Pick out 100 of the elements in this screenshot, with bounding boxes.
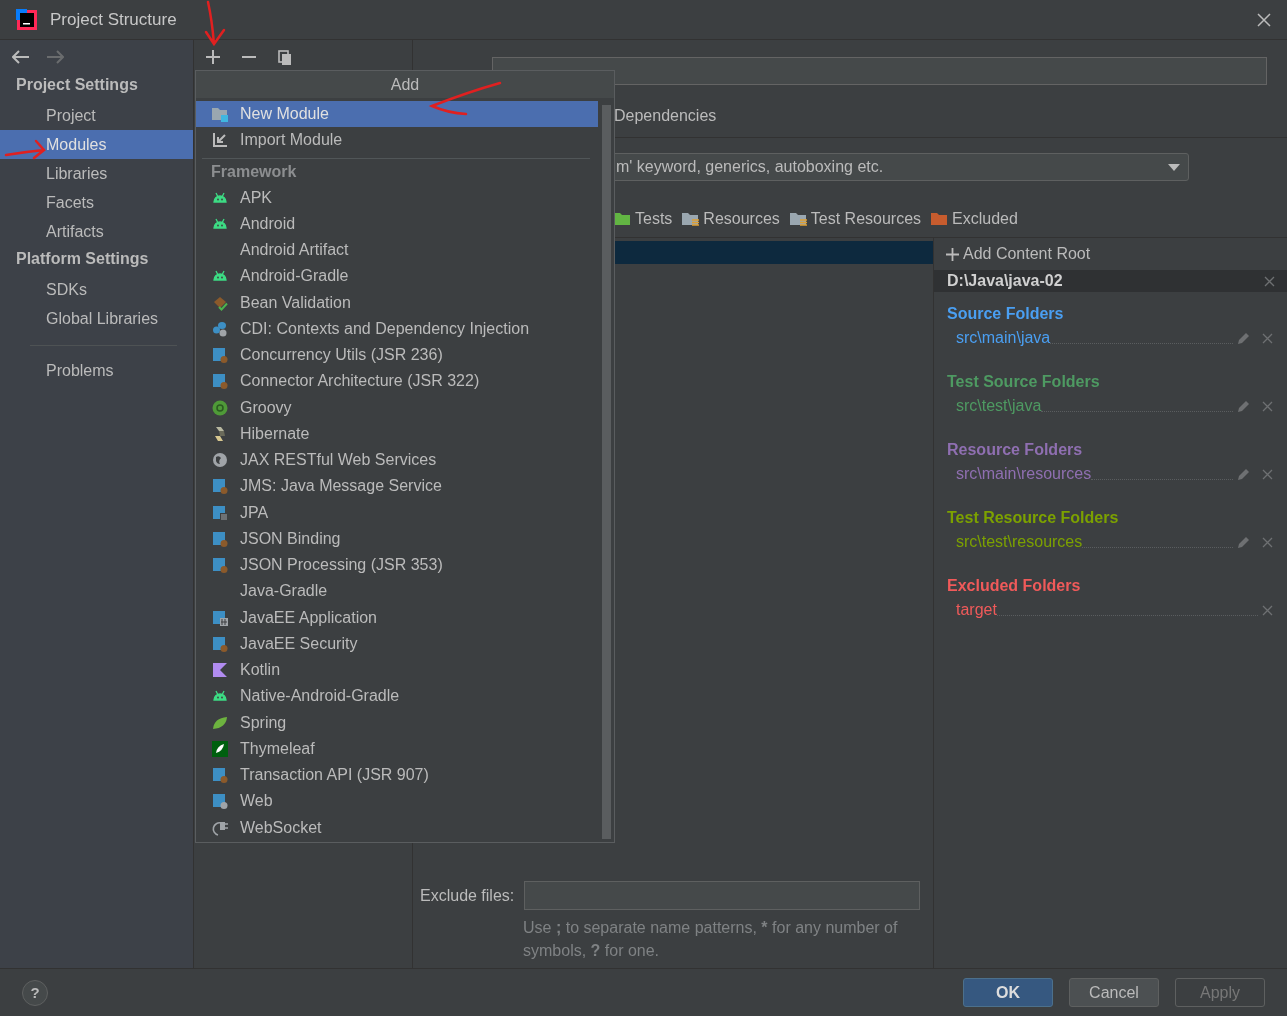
hibernate-icon [212, 425, 228, 442]
menu-item[interactable]: Android-Gradle [196, 263, 598, 290]
leaf-icon [212, 740, 228, 757]
sidebar-item[interactable]: Artifacts [0, 217, 193, 246]
sidebar-item[interactable]: Global Libraries [0, 304, 193, 333]
module-icon [212, 635, 228, 652]
menu-item[interactable]: Connector Architecture (JSR 322) [196, 368, 598, 395]
sidebar-item[interactable]: Modules [0, 130, 193, 159]
menu-item[interactable]: Android [196, 210, 598, 237]
window-title: Project Structure [50, 9, 178, 30]
groovy-icon [212, 399, 228, 416]
menu-item[interactable]: WebSocket [196, 814, 598, 841]
globe-icon [212, 452, 228, 469]
menu-item[interactable]: JavaEE Application [196, 604, 598, 631]
app-logo-icon [16, 8, 38, 31]
module-icon [212, 530, 228, 547]
menu-item[interactable]: JAX RESTful Web Services [196, 447, 598, 474]
menu-item[interactable]: Web [196, 788, 598, 815]
name-field[interactable] [492, 57, 1267, 85]
menu-item[interactable]: Groovy [196, 394, 598, 421]
folder-group-title: Excluded Folders [947, 576, 1082, 596]
menu-item[interactable]: APK [196, 184, 598, 211]
module-icon [212, 767, 228, 784]
folder-path: src\main\resources [956, 465, 1092, 483]
sidebar-item[interactable]: Libraries [0, 159, 193, 188]
menu-item[interactable]: Java-Gradle [196, 578, 598, 605]
sidebar-item[interactable]: SDKs [0, 275, 193, 304]
module-grid-icon [212, 609, 228, 626]
menu-item[interactable]: JPA [196, 499, 598, 526]
tab[interactable]: Dependencies [614, 107, 717, 125]
bean-check-icon [212, 294, 228, 311]
menu-item[interactable]: Concurrency Utils (JSR 236) [196, 342, 598, 369]
scrollbar[interactable] [602, 105, 611, 839]
module-icon [212, 373, 228, 390]
popup-title: Add [196, 71, 614, 98]
folder-group-title: Test Resource Folders [947, 508, 1120, 528]
edit-icon[interactable] [1237, 535, 1250, 549]
mark-as-button[interactable]: Resources [682, 209, 780, 228]
menu-item[interactable]: Kotlin [196, 657, 598, 684]
sidebar-item[interactable]: Project [0, 101, 193, 130]
menu-section-header: Framework [210, 161, 298, 182]
module-icon [212, 347, 228, 364]
menu-item[interactable]: Hibernate [196, 420, 598, 447]
beans-globe-icon [212, 320, 228, 337]
edit-icon[interactable] [1237, 467, 1250, 481]
sidebar-item[interactable]: Facets [0, 188, 193, 217]
folder-group-title: Source Folders [947, 304, 1065, 324]
menu-item[interactable]: JSON Binding [196, 525, 598, 552]
sidebar-item[interactable]: Problems [0, 356, 193, 385]
module-icon [212, 478, 228, 495]
folder-path: target [956, 601, 997, 619]
leaf-icon [212, 714, 228, 731]
mark-as-button[interactable]: Test Resources [789, 209, 922, 228]
menu-item[interactable]: Import Module [196, 127, 598, 154]
back-arrow-icon[interactable] [12, 50, 30, 64]
menu-item[interactable]: Spring [196, 709, 598, 736]
menu-item[interactable]: New Module [196, 101, 598, 128]
add-content-root-link[interactable]: Add Content Root [934, 242, 1287, 266]
folder-path: src\test\java [956, 397, 1042, 415]
edit-icon[interactable] [1237, 399, 1250, 413]
close-icon[interactable] [1257, 12, 1271, 27]
module-icon [212, 557, 228, 574]
menu-item[interactable]: JavaEE Security [196, 630, 598, 657]
hint-text: Use ; to separate name patterns, * for any number of symbols, ? for one. [523, 918, 899, 961]
dialog-button[interactable]: OK [963, 978, 1053, 1007]
section-header: Project Settings [15, 75, 139, 95]
folder-group-title: Test Source Folders [947, 372, 1101, 392]
folder-group-title: Resource Folders [947, 440, 1084, 460]
forward-arrow-icon[interactable] [46, 50, 64, 64]
mark-as-button[interactable]: Tests [614, 209, 673, 228]
annotation-arrow-drawing [4, 138, 48, 160]
caret-icon [1168, 163, 1180, 171]
menu-item[interactable]: JMS: Java Message Service [196, 473, 598, 500]
menu-item[interactable]: JSON Processing (JSR 353) [196, 552, 598, 579]
mark-as-button[interactable]: Excluded [931, 209, 1018, 228]
module-list-icon [212, 504, 228, 521]
module-globe-icon [212, 793, 228, 810]
menu-item[interactable]: CDI: Contexts and Dependency Injection [196, 315, 598, 342]
help-button[interactable]: ? [22, 979, 48, 1006]
menu-item[interactable]: Transaction API (JSR 907) [196, 762, 598, 789]
content-root-path: D:\Java\java-02 [947, 272, 1063, 290]
plug-icon [212, 819, 228, 836]
folder-icon [789, 210, 808, 227]
menu-item[interactable]: Native-Android-Gradle [196, 683, 598, 710]
plus-icon [946, 247, 959, 261]
remove-icon[interactable] [1264, 275, 1275, 287]
section-header: Platform Settings [15, 249, 150, 269]
folder-path: src\test\resources [956, 533, 1083, 551]
kotlin-icon [212, 662, 228, 679]
edit-icon[interactable] [1237, 331, 1250, 345]
folder-icon [212, 106, 228, 123]
exclude-files-field[interactable] [524, 881, 921, 910]
menu-item[interactable]: Bean Validation [196, 289, 598, 316]
menu-item[interactable]: Thymeleaf [196, 735, 598, 762]
menu-item[interactable]: Android Artifact [196, 237, 598, 264]
folder-icon [931, 210, 950, 227]
folder-icon [682, 210, 701, 227]
folder-path: src\main\java [956, 329, 1051, 347]
import-arrow-icon [212, 132, 228, 149]
dialog-button[interactable]: Cancel [1069, 978, 1159, 1007]
